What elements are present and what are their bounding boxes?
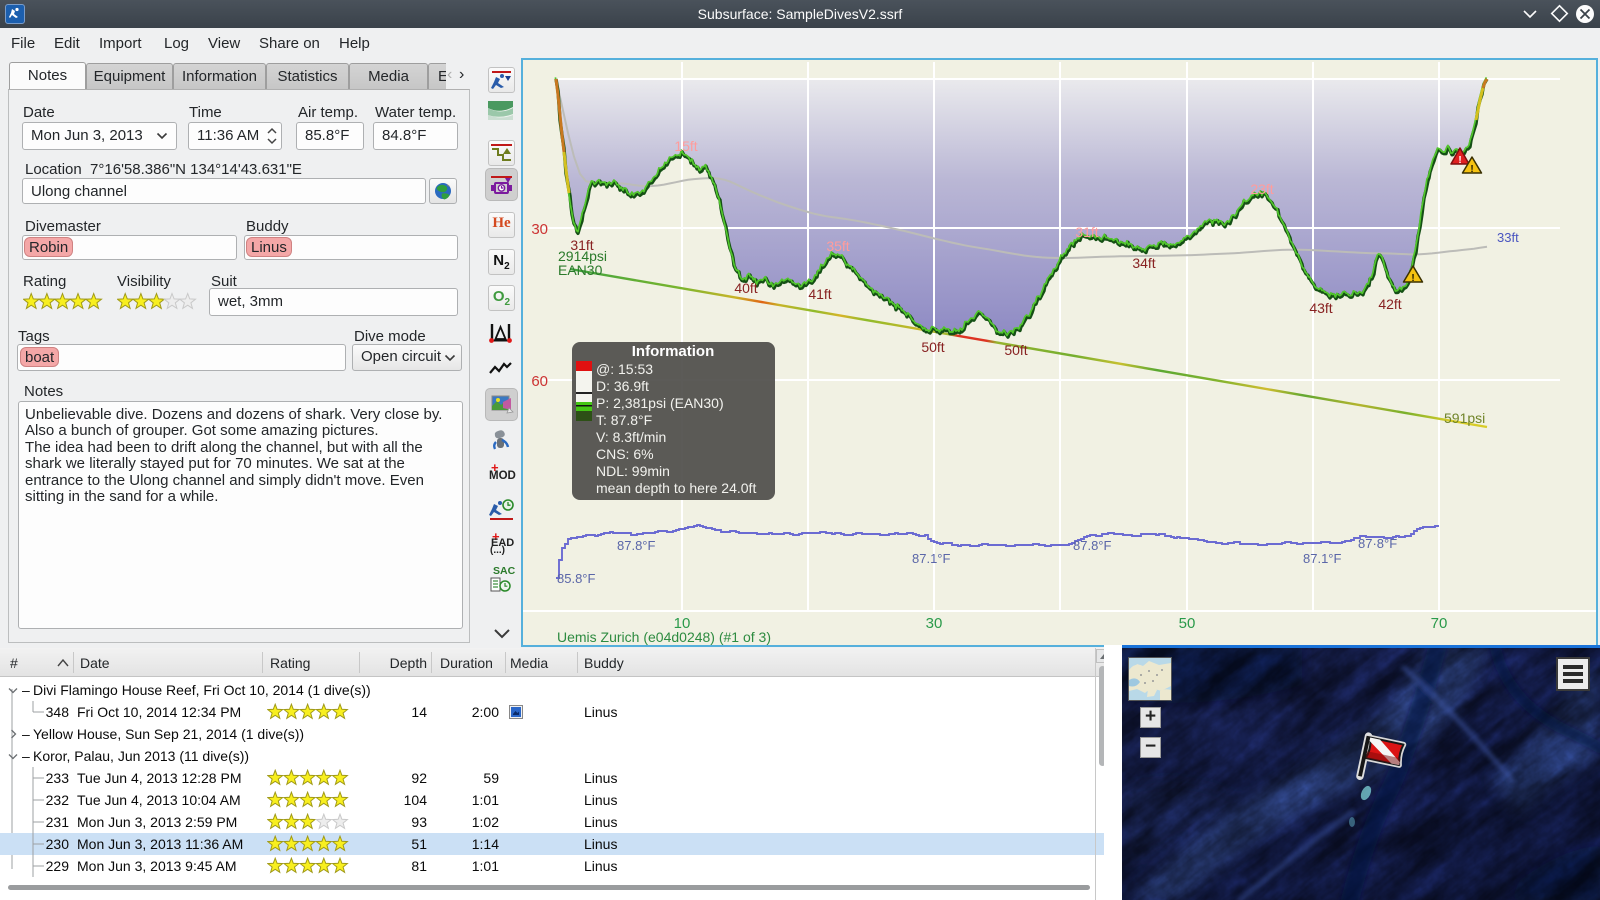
svg-text:87·8°F: 87·8°F: [1358, 536, 1397, 551]
svg-text:34ft: 34ft: [1132, 255, 1155, 271]
svg-text:30: 30: [926, 615, 943, 632]
svg-text:EAN30: EAN30: [558, 262, 603, 278]
svg-text:87.1°F: 87.1°F: [912, 551, 951, 566]
svg-text:!: !: [1411, 273, 1414, 284]
svg-text:60: 60: [531, 373, 548, 390]
svg-text:P: 2,381psi (EAN30): P: 2,381psi (EAN30): [596, 395, 724, 411]
svg-text:31ft: 31ft: [1075, 224, 1098, 240]
svg-text:31ft: 31ft: [570, 237, 593, 253]
svg-text:41ft: 41ft: [808, 286, 831, 302]
svg-text:15ft: 15ft: [674, 138, 697, 154]
svg-text:!: !: [1458, 155, 1461, 166]
svg-text:50ft: 50ft: [1004, 342, 1027, 358]
svg-text:!: !: [1470, 164, 1473, 175]
svg-text:@: 15:53: @: 15:53: [596, 361, 653, 377]
svg-text:87.8°F: 87.8°F: [617, 538, 656, 553]
svg-text:50ft: 50ft: [921, 339, 944, 355]
svg-text:30: 30: [531, 221, 548, 238]
svg-text:87.1°F: 87.1°F: [1303, 551, 1342, 566]
svg-text:CNS: 6%: CNS: 6%: [596, 446, 654, 462]
svg-text:Information: Information: [632, 343, 715, 360]
svg-text:42ft: 42ft: [1378, 296, 1401, 312]
svg-text:591psi: 591psi: [1444, 410, 1485, 426]
svg-text:D: 36.9ft: D: 36.9ft: [596, 378, 649, 394]
svg-text:70: 70: [1431, 615, 1448, 632]
svg-text:T: 87.8°F: T: 87.8°F: [596, 412, 652, 428]
svg-text:50: 50: [1179, 615, 1196, 632]
svg-text:mean depth to here 24.0ft: mean depth to here 24.0ft: [596, 480, 756, 496]
svg-text:NDL: 99min: NDL: 99min: [596, 463, 670, 479]
svg-text:43ft: 43ft: [1309, 300, 1332, 316]
svg-text:87.8°F: 87.8°F: [1073, 538, 1112, 553]
svg-text:Uemis Zurich (e04d0248) (#1 of: Uemis Zurich (e04d0248) (#1 of 3): [557, 629, 771, 645]
svg-text:40ft: 40ft: [734, 280, 757, 296]
svg-text:23ft: 23ft: [1250, 181, 1273, 197]
svg-text:V: 8.3ft/min: V: 8.3ft/min: [596, 429, 666, 445]
svg-text:85.8°F: 85.8°F: [557, 571, 596, 586]
svg-text:35ft: 35ft: [826, 238, 849, 254]
svg-text:33ft: 33ft: [1497, 230, 1519, 245]
